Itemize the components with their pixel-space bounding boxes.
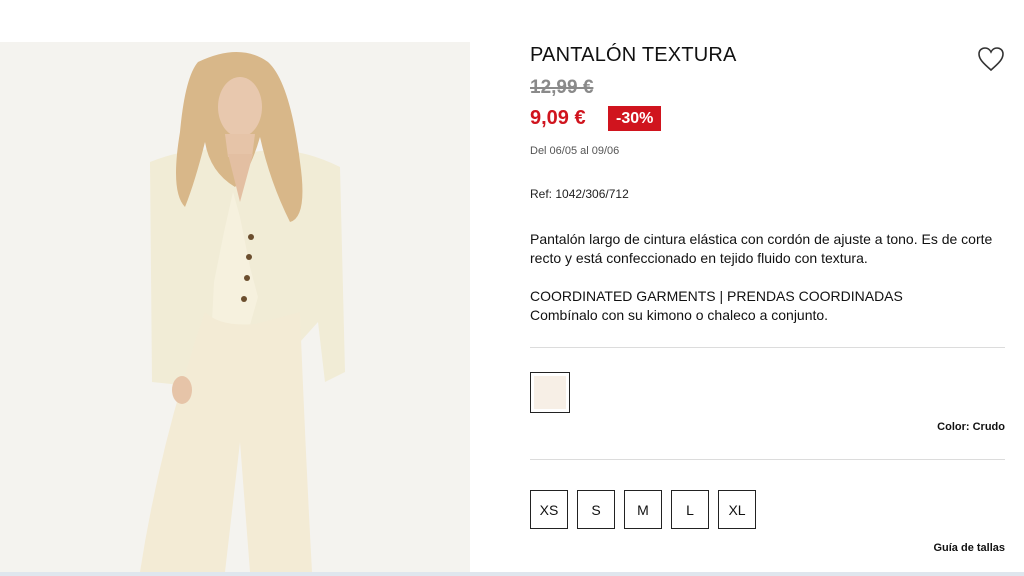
wishlist-button[interactable] (976, 44, 1006, 74)
swatch-fill (534, 376, 566, 409)
discount-badge: -30% (608, 106, 662, 131)
window-bottom-edge (0, 572, 1024, 576)
size-button-l[interactable]: L (671, 490, 709, 529)
model-illustration (0, 42, 470, 572)
product-image[interactable] (0, 42, 470, 572)
size-button-xl[interactable]: XL (718, 490, 756, 529)
divider (530, 459, 1005, 460)
size-selector: XS S M L XL (530, 490, 756, 529)
size-button-xs[interactable]: XS (530, 490, 568, 529)
size-button-m[interactable]: M (624, 490, 662, 529)
selected-color-label: Color: Crudo (937, 421, 1005, 433)
coordinated-garments-text: Combínalo con su kimono o chaleco a conj… (530, 307, 829, 323)
size-guide-link[interactable]: Guía de tallas (933, 542, 1005, 554)
promo-dates: Del 06/05 al 09/06 (530, 145, 620, 157)
product-description: Pantalón largo de cintura elástica con c… (530, 231, 993, 266)
product-title: PANTALÓN TEXTURA (530, 44, 737, 66)
color-swatch-crudo[interactable] (530, 372, 570, 413)
product-reference: Ref: 1042/306/712 (530, 187, 629, 201)
size-button-s[interactable]: S (577, 490, 615, 529)
heart-icon (978, 47, 1004, 72)
sale-price: 9,09 € (530, 107, 586, 129)
coordinated-garments-title: COORDINATED GARMENTS | PRENDAS COORDINAD… (530, 288, 903, 304)
original-price: 12,99 € (530, 77, 594, 98)
divider (530, 347, 1005, 348)
